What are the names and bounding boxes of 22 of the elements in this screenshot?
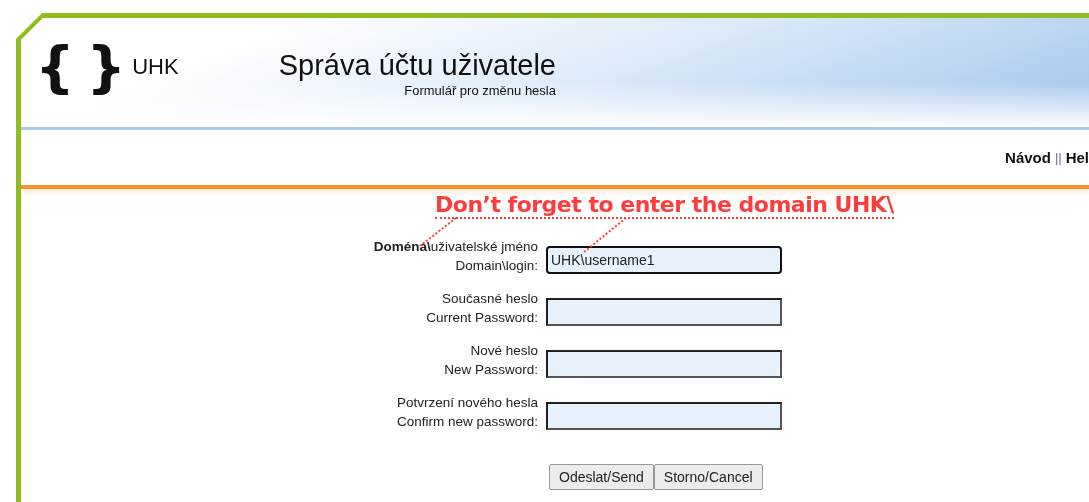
- form-button[interactable]: Storno/Cancel: [653, 464, 763, 490]
- field-label: Domain\login:: [455, 257, 538, 275]
- input-field[interactable]: [546, 402, 782, 430]
- field-label: Confirm new password:: [396, 413, 538, 431]
- logo-mark: { }: [35, 33, 123, 101]
- input-field[interactable]: UHK\username1: [546, 246, 782, 274]
- input-field[interactable]: [546, 350, 782, 378]
- field-label: New Password:: [444, 361, 538, 379]
- form-button[interactable]: Odeslat/Send: [549, 464, 654, 490]
- nav-link[interactable]: Návod: [1005, 149, 1051, 166]
- field-label: Současné heslo: [441, 290, 538, 308]
- logo-text: UHK: [132, 54, 179, 80]
- input-field[interactable]: [546, 298, 782, 326]
- field-label: Nové heslo: [470, 342, 538, 360]
- field-label: Doména\uživatelské jméno: [373, 238, 538, 256]
- page-subtitle: Formulář pro změnu hesla: [404, 83, 556, 98]
- nav-link[interactable]: Hel: [1065, 149, 1089, 166]
- field-label: Current Password:: [426, 309, 538, 327]
- page-title: Správa účtu uživatele: [278, 48, 556, 83]
- nav-separator: ||: [1054, 150, 1062, 165]
- annotation-text: Don’t forget to enter the domain UHK\: [435, 192, 894, 219]
- field-label: Potvrzení nového hesla: [396, 394, 538, 412]
